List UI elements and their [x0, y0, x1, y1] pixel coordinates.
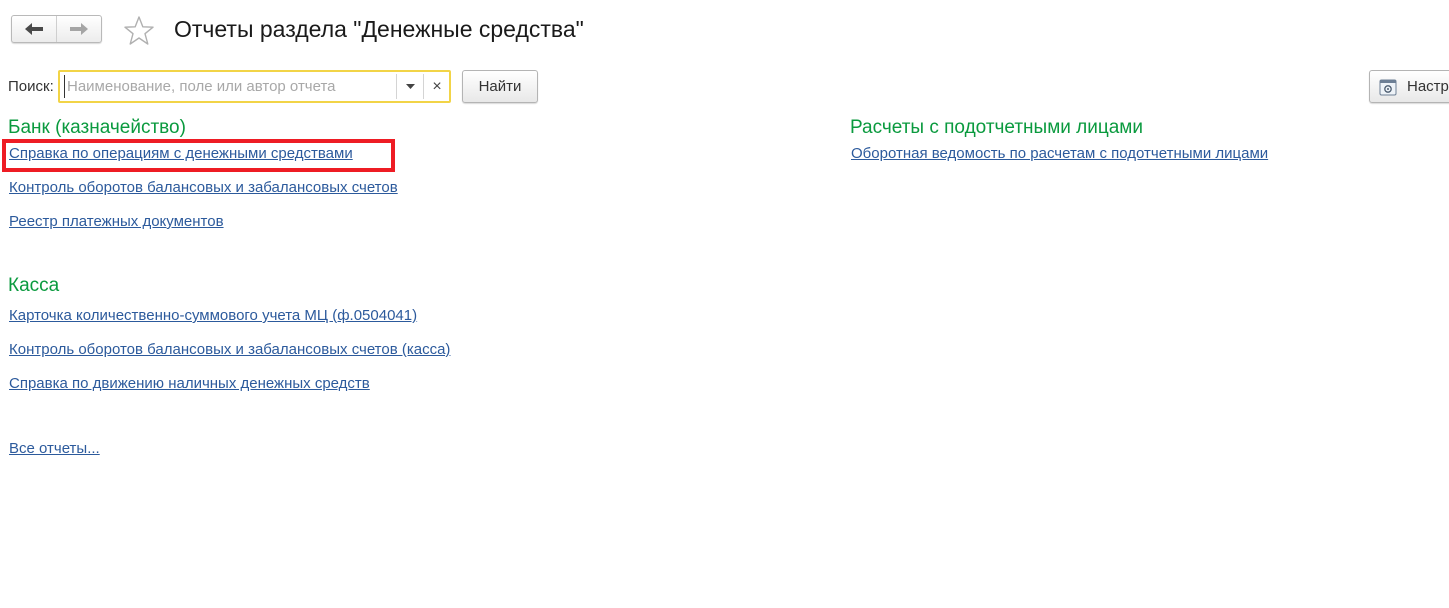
search-clear-button[interactable]: ×	[423, 74, 450, 99]
search-dropdown-button[interactable]	[396, 74, 423, 99]
triangle-down-icon	[405, 83, 415, 89]
report-link-accountable-turnover[interactable]: Оборотная ведомость по расчетам с подотч…	[851, 145, 1268, 162]
search-label: Поиск:	[8, 78, 54, 95]
report-link-cash-movement[interactable]: Справка по движению наличных денежных ср…	[9, 375, 370, 392]
arrow-left-icon	[25, 23, 43, 35]
report-link-balance-control[interactable]: Контроль оборотов балансовых и забалансо…	[9, 179, 398, 196]
page-title: Отчеты раздела "Денежные средства"	[174, 16, 584, 42]
navigation-buttons	[11, 15, 102, 43]
back-button[interactable]	[12, 16, 56, 42]
settings-button[interactable]: Настр	[1369, 70, 1449, 103]
forward-button[interactable]	[56, 16, 101, 42]
settings-label: Настр	[1407, 78, 1449, 95]
report-link-inventory-card[interactable]: Карточка количественно-суммового учета М…	[9, 307, 417, 324]
all-reports-link[interactable]: Все отчеты...	[9, 440, 100, 457]
section-heading-bank: Банк (казначейство)	[8, 117, 186, 138]
close-icon: ×	[432, 77, 442, 95]
search-field: ×	[58, 70, 451, 103]
star-icon	[124, 16, 154, 45]
highlight-frame	[2, 139, 395, 172]
report-link-balance-control-cash[interactable]: Контроль оборотов балансовых и забалансо…	[9, 341, 450, 358]
section-heading-accountable: Расчеты с подотчетными лицами	[850, 117, 1143, 138]
settings-icon	[1379, 79, 1397, 95]
arrow-right-icon	[70, 23, 88, 35]
find-button[interactable]: Найти	[462, 70, 538, 103]
report-link-payment-register[interactable]: Реестр платежных документов	[9, 213, 224, 230]
search-input[interactable]	[64, 75, 397, 98]
favorite-button[interactable]	[123, 15, 155, 47]
section-heading-cash: Касса	[8, 275, 60, 296]
